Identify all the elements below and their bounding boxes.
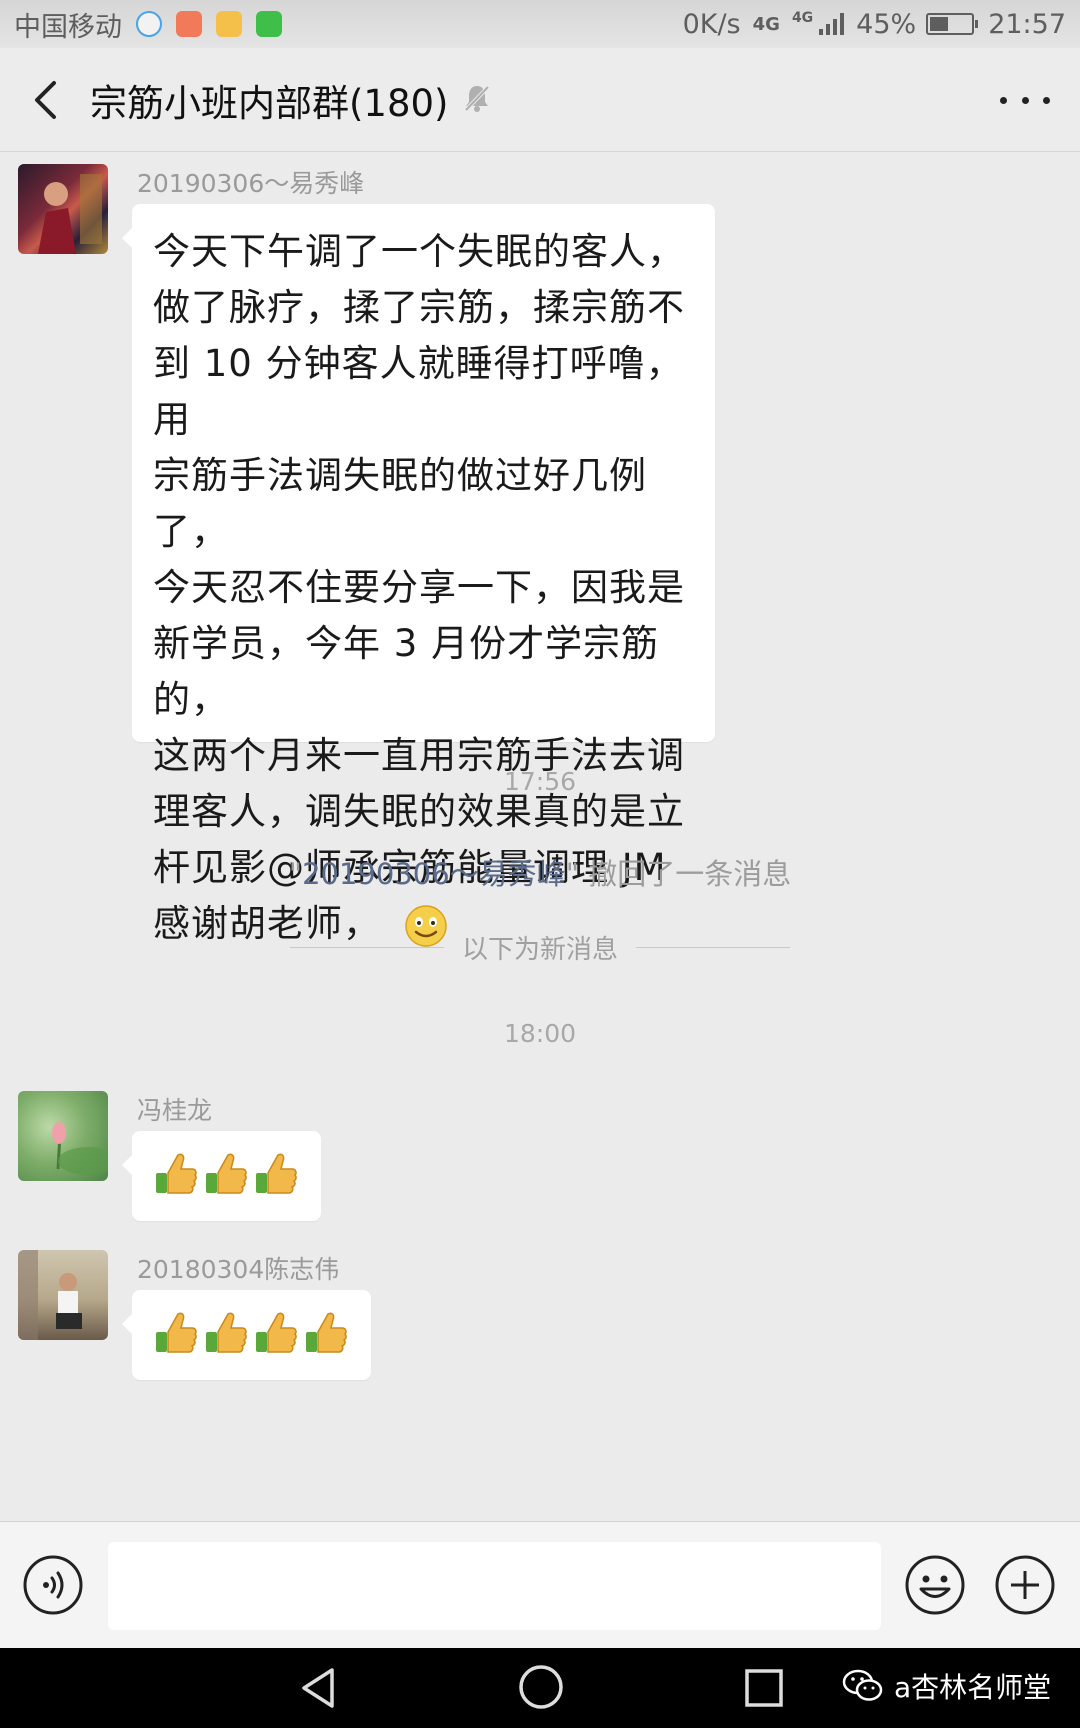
- battery-percent: 45%: [856, 8, 917, 40]
- square-recents-icon: [745, 1669, 783, 1707]
- message-bubble[interactable]: 今天下午调了一个失眠的客人， 做了脉疗，揉了宗筋，揉宗筋不 到 10 分钟客人就…: [122, 204, 715, 947]
- status-bar: 中国移动 0K/s 4G 4G 45% 21:57: [0, 0, 1080, 48]
- message-text: 今天下午调了一个失眠的客人， 做了脉疗，揉了宗筋，揉宗筋不 到 10 分钟客人就…: [153, 224, 695, 952]
- network-type: 4G: [752, 13, 780, 35]
- timestamp: 17:56: [503, 767, 577, 796]
- chat-area[interactable]: 20190306～易秀峰 今天下午调了一个失眠的客人， 做了脉疗，揉了宗筋，揉宗…: [0, 153, 1080, 1521]
- system-navigation-bar: a杏林名师堂: [0, 1648, 1080, 1728]
- wechat-logo-icon: [842, 1669, 883, 1701]
- more-actions-button[interactable]: [994, 1554, 1056, 1616]
- thumbs-up-emoji-icon: [254, 1310, 298, 1360]
- recall-notice: "20190306～易秀峰" 撤回了一条消息: [288, 857, 792, 891]
- voice-icon: [23, 1555, 83, 1615]
- avatar[interactable]: [18, 1250, 108, 1340]
- signal-icon: [819, 13, 845, 35]
- new-messages-divider: 以下为新消息: [290, 929, 791, 966]
- more-options-button[interactable]: [1000, 78, 1050, 122]
- thumbs-up-emoji-icon: [304, 1310, 348, 1360]
- nav-recents-button[interactable]: [744, 1668, 784, 1712]
- avatar[interactable]: [18, 1091, 108, 1181]
- voice-input-button[interactable]: [22, 1554, 84, 1616]
- sender-name: 20190306～易秀峰: [137, 169, 365, 198]
- chat-header: 宗筋小班内部群(180): [0, 48, 1080, 152]
- watermark-text: a杏林名师堂: [894, 1671, 1052, 1704]
- carrier-name: 中国移动: [14, 11, 122, 43]
- message-input[interactable]: [108, 1542, 881, 1630]
- thumbs-up-emoji-icon: [254, 1151, 298, 1201]
- message-bubble[interactable]: [122, 1131, 321, 1221]
- browser-app-icon: [136, 11, 162, 37]
- triangle-back-icon: [302, 1668, 334, 1708]
- divider-label: 以下为新消息: [462, 935, 619, 965]
- divider-line: [290, 947, 444, 948]
- nav-home-button[interactable]: [518, 1664, 564, 1714]
- nav-back-button[interactable]: [298, 1666, 338, 1714]
- chevron-left-icon: [35, 80, 56, 119]
- sender-name: 冯桂龙: [137, 1096, 213, 1125]
- thumbs-up-emoji-icon: [204, 1151, 248, 1201]
- back-button[interactable]: [0, 48, 90, 152]
- clock: 21:57: [988, 8, 1066, 40]
- watermark: a杏林名师堂: [842, 1666, 1051, 1706]
- health-app-icon: [176, 11, 202, 37]
- wifi-app-icon: [216, 11, 242, 37]
- avatar[interactable]: [18, 164, 108, 254]
- thumbs-up-emoji-icon: [154, 1151, 198, 1201]
- sender-name: 20180304陈志伟: [137, 1255, 340, 1284]
- divider-line: [636, 947, 791, 948]
- emoji-button[interactable]: [904, 1554, 966, 1616]
- battery-icon: [926, 13, 979, 35]
- network-type-secondary: 4G: [791, 10, 814, 26]
- timestamp: 18:00: [503, 1019, 577, 1048]
- thumbs-up-emoji-icon: [204, 1310, 248, 1360]
- recall-sender-link[interactable]: 20190306～易秀峰: [302, 857, 566, 891]
- wechat-app-icon: [256, 11, 282, 37]
- circle-home-icon: [519, 1665, 563, 1709]
- chat-title: 宗筋小班内部群(180): [90, 81, 449, 125]
- plus-icon: [995, 1555, 1055, 1615]
- smiley-icon: [905, 1555, 965, 1615]
- input-bar: [0, 1521, 1080, 1648]
- network-speed: 0K/s: [682, 8, 741, 40]
- thumbs-up-emoji-icon: [154, 1310, 198, 1360]
- message-bubble[interactable]: [122, 1290, 371, 1380]
- mute-bell-icon: [463, 83, 491, 117]
